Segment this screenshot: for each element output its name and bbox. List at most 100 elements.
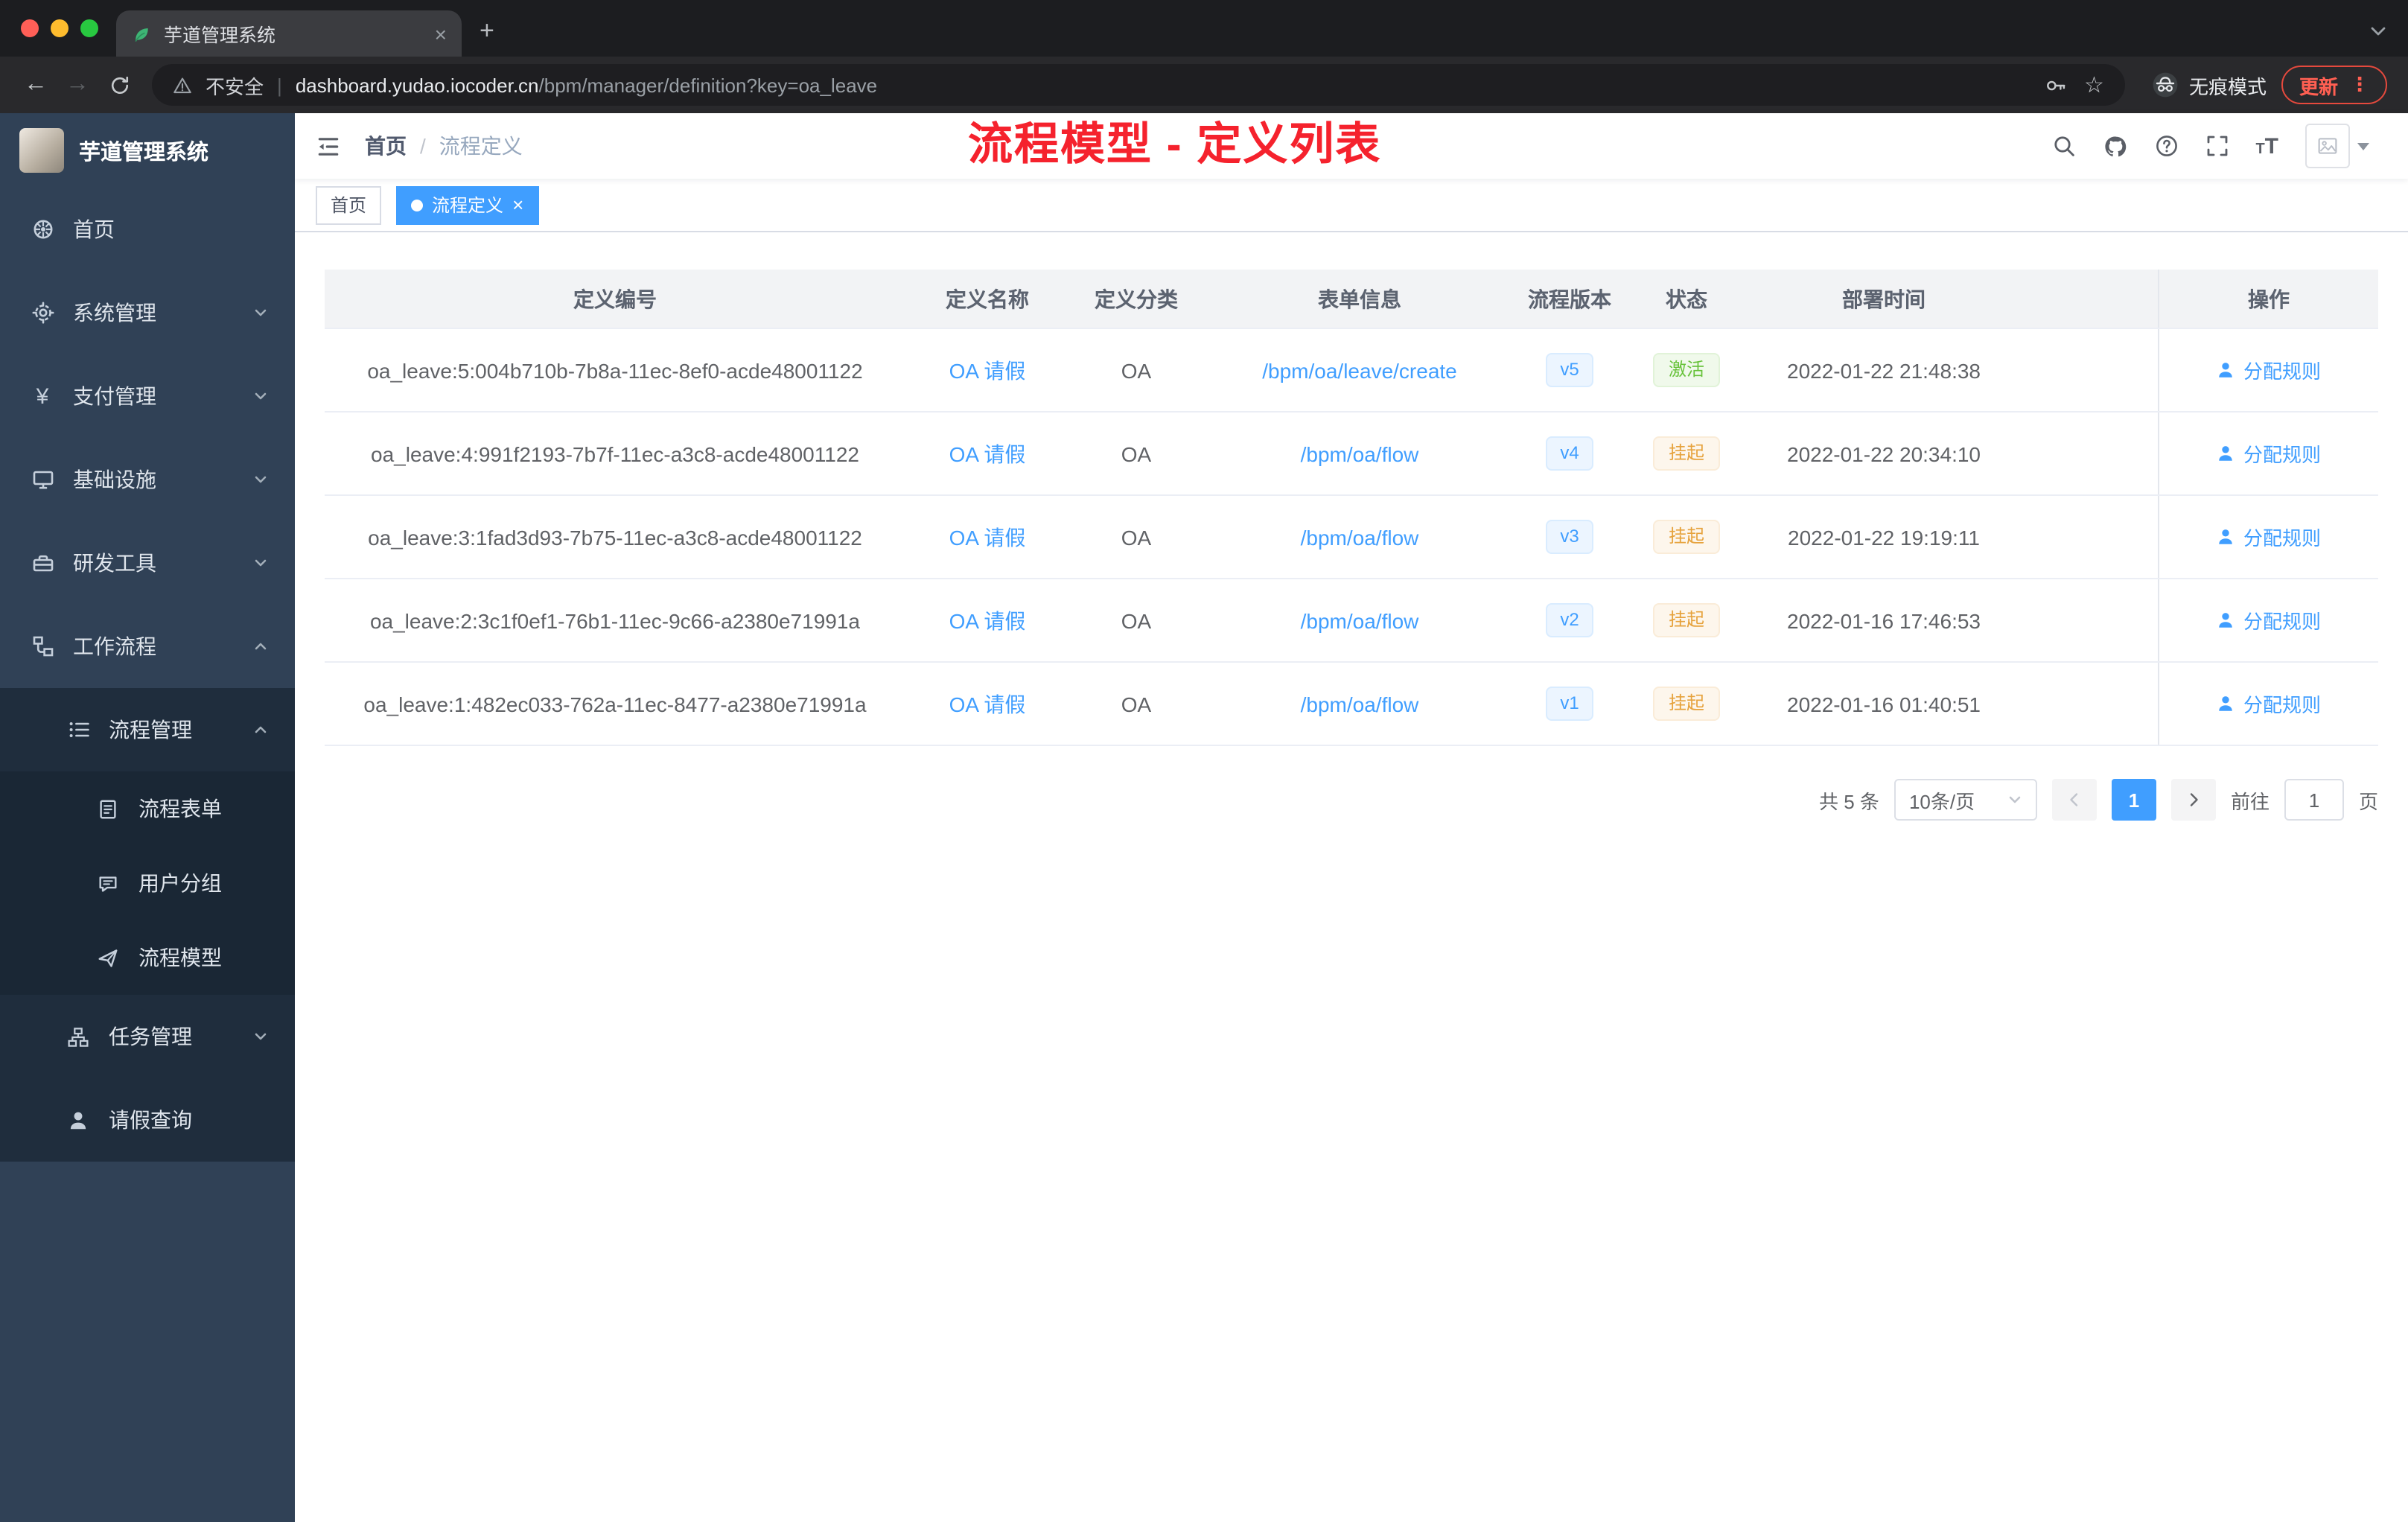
zoom-window-button[interactable] bbox=[80, 19, 98, 37]
definition-category: OA bbox=[1121, 608, 1152, 632]
tag-close-icon[interactable]: × bbox=[512, 195, 523, 214]
assign-rule-button[interactable]: 分配规则 bbox=[2217, 439, 2321, 468]
page-size-select[interactable]: 10条/页 bbox=[1893, 779, 2037, 821]
pagination: 共 5 条 10条/页 1 前往 页 bbox=[325, 779, 2378, 821]
assign-rule-button[interactable]: 分配规则 bbox=[2217, 356, 2321, 384]
deploy-time: 2022-01-16 17:46:53 bbox=[1787, 608, 1981, 632]
definition-id: oa_leave:1:482ec033-762a-11ec-8477-a2380… bbox=[363, 692, 867, 716]
table-row: oa_leave:1:482ec033-762a-11ec-8477-a2380… bbox=[325, 663, 2378, 746]
browser-menu-icon[interactable]: ⋮ bbox=[2350, 73, 2369, 97]
form-link[interactable]: /bpm/oa/flow bbox=[1301, 442, 1419, 465]
column-header: 定义分类 bbox=[1095, 287, 1178, 311]
definition-name-link[interactable]: OA 请假 bbox=[949, 522, 1026, 552]
chevron-up-icon bbox=[253, 722, 268, 737]
incognito-label: 无痕模式 bbox=[2188, 75, 2267, 98]
browser-update-button[interactable]: 更新 ⋮ bbox=[2281, 66, 2387, 104]
tab-title: 芋道管理系统 bbox=[164, 25, 276, 46]
sidebar-item-home[interactable]: 首页 bbox=[0, 188, 295, 271]
search-icon[interactable] bbox=[2051, 134, 2075, 158]
sidebar-item-process-management[interactable]: 流程管理 bbox=[0, 688, 295, 771]
sidebar-item-process-form[interactable]: 流程表单 bbox=[0, 771, 295, 846]
tags-view-bar: 首页 流程定义 × bbox=[295, 179, 2408, 232]
goto-label: 前往 bbox=[2230, 790, 2270, 812]
tab-favicon-icon bbox=[131, 23, 152, 44]
form-link[interactable]: /bpm/oa/flow bbox=[1301, 692, 1419, 716]
security-warning-icon[interactable] bbox=[173, 75, 192, 95]
definition-id: oa_leave:4:991f2193-7b7f-11ec-a3c8-acde4… bbox=[371, 442, 859, 465]
definition-category: OA bbox=[1121, 692, 1152, 716]
tab-close-icon[interactable]: × bbox=[435, 22, 447, 45]
sidebar-item-label: 用户分组 bbox=[138, 871, 222, 895]
sidebar-item-system[interactable]: 系统管理 bbox=[0, 271, 295, 354]
column-header: 状态 bbox=[1666, 287, 1707, 311]
prev-page-button[interactable] bbox=[2051, 779, 2097, 821]
select-caret-icon bbox=[2009, 796, 2021, 803]
form-link[interactable]: /bpm/oa/leave/create bbox=[1262, 358, 1457, 382]
current-page-button[interactable]: 1 bbox=[2111, 779, 2156, 821]
deploy-time: 2022-01-16 01:40:51 bbox=[1787, 692, 1981, 716]
minimize-window-button[interactable] bbox=[51, 19, 69, 37]
avatar[interactable] bbox=[2305, 124, 2350, 168]
sidebar-item-infrastructure[interactable]: 基础设施 bbox=[0, 438, 295, 521]
sidebar-item-devtools[interactable]: 研发工具 bbox=[0, 521, 295, 605]
sidebar-item-payment[interactable]: ¥ 支付管理 bbox=[0, 354, 295, 438]
sidebar-item-user-group[interactable]: 用户分组 bbox=[0, 846, 295, 920]
font-size-icon[interactable]: TT bbox=[2255, 135, 2278, 157]
definition-name-link[interactable]: OA 请假 bbox=[949, 439, 1026, 468]
assign-rule-button[interactable]: 分配规则 bbox=[2217, 606, 2321, 634]
breadcrumb-home[interactable]: 首页 bbox=[365, 131, 407, 161]
workflow-icon bbox=[30, 634, 55, 658]
goto-page-input[interactable] bbox=[2284, 779, 2344, 821]
back-button[interactable]: ← bbox=[15, 64, 57, 106]
tag-process-definition[interactable]: 流程定义 × bbox=[396, 185, 539, 224]
sidebar-item-label: 任务管理 bbox=[109, 1025, 192, 1048]
next-page-button[interactable] bbox=[2170, 779, 2216, 821]
close-window-button[interactable] bbox=[21, 19, 39, 37]
fullscreen-icon[interactable] bbox=[2205, 134, 2229, 158]
password-key-icon[interactable] bbox=[2044, 74, 2066, 96]
tag-home[interactable]: 首页 bbox=[316, 185, 382, 224]
sidebar-item-leave-query[interactable]: 请假查询 bbox=[0, 1078, 295, 1162]
user-group-icon bbox=[95, 872, 121, 894]
incognito-badge: 无痕模式 bbox=[2152, 71, 2267, 99]
definition-name-link[interactable]: OA 请假 bbox=[949, 605, 1026, 635]
chevron-up-icon bbox=[253, 639, 268, 654]
status-badge: 挂起 bbox=[1653, 520, 1719, 554]
status-badge: 挂起 bbox=[1653, 687, 1719, 721]
sidebar-logo[interactable]: 芋道管理系统 bbox=[0, 113, 295, 188]
column-header: 定义编号 bbox=[573, 287, 657, 311]
forward-button[interactable]: → bbox=[57, 64, 98, 106]
form-link[interactable]: /bpm/oa/flow bbox=[1301, 525, 1419, 549]
sidebar-item-process-model[interactable]: 流程模型 bbox=[0, 920, 295, 995]
browser-tab[interactable]: 芋道管理系统 × bbox=[116, 10, 462, 57]
sidebar-toggle-button[interactable] bbox=[316, 133, 341, 159]
assign-rule-label: 分配规则 bbox=[2243, 444, 2321, 466]
column-header: 部署时间 bbox=[1842, 287, 1926, 311]
chevron-down-icon bbox=[253, 472, 268, 487]
address-bar[interactable]: 不安全 | dashboard.yudao.iocoder.cn/bpm/man… bbox=[152, 64, 2125, 106]
assign-rule-button[interactable]: 分配规则 bbox=[2217, 690, 2321, 718]
tag-label: 流程定义 bbox=[432, 195, 504, 216]
chevron-down-icon bbox=[253, 555, 268, 570]
sidebar-item-task-management[interactable]: 任务管理 bbox=[0, 995, 295, 1078]
reload-button[interactable] bbox=[98, 64, 140, 106]
url-path: /bpm/manager/definition?key=oa_leave bbox=[538, 74, 878, 96]
app-navbar: 首页 / 流程定义 流程模型 - 定义列表 TT bbox=[295, 113, 2408, 179]
status-badge: 挂起 bbox=[1653, 436, 1719, 471]
definition-name-link[interactable]: OA 请假 bbox=[949, 355, 1026, 385]
assign-rule-button[interactable]: 分配规则 bbox=[2217, 523, 2321, 551]
definition-name-link[interactable]: OA 请假 bbox=[949, 689, 1026, 719]
user-avatar-menu[interactable] bbox=[2305, 124, 2369, 168]
sidebar-item-label: 工作流程 bbox=[73, 634, 156, 658]
version-badge: v2 bbox=[1545, 603, 1594, 637]
new-tab-button[interactable]: + bbox=[480, 16, 494, 46]
sidebar-item-workflow[interactable]: 工作流程 bbox=[0, 605, 295, 688]
definition-category: OA bbox=[1121, 358, 1152, 382]
bookmark-star-icon[interactable]: ☆ bbox=[2084, 74, 2104, 96]
form-link[interactable]: /bpm/oa/flow bbox=[1301, 608, 1419, 632]
tab-search-icon[interactable] bbox=[2369, 22, 2387, 40]
payment-icon: ¥ bbox=[36, 383, 49, 409]
github-icon[interactable] bbox=[2102, 133, 2127, 159]
help-icon[interactable] bbox=[2154, 134, 2178, 158]
assign-rule-label: 分配规则 bbox=[2243, 611, 2321, 633]
